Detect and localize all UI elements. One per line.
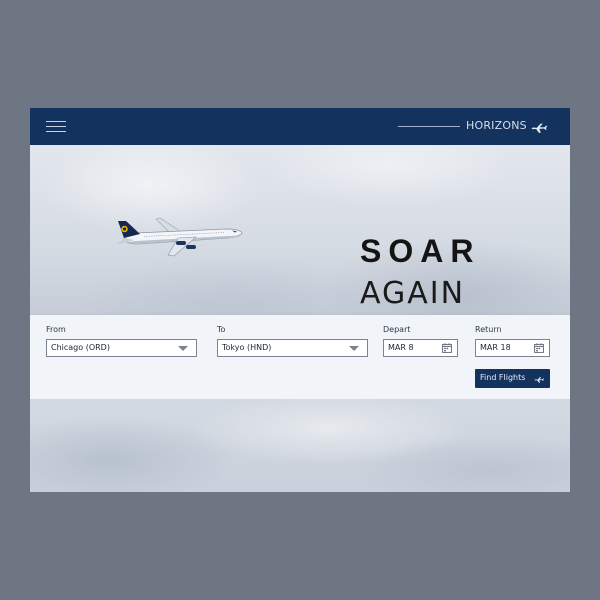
to-value: Tokyo (HND) [222,343,272,352]
calendar-icon [534,343,544,353]
hero-headline-line-2: AGAIN [360,276,466,311]
flight-search-panel: From Chicago (ORD) To Tokyo (HND) Depart… [30,315,570,399]
from-value: Chicago (ORD) [51,343,110,352]
from-label: From [46,325,66,334]
app-frame: HORIZONS SOAR AGAIN From Chicago (ORD) T… [30,108,570,492]
depart-value: MAR 8 [388,343,414,352]
hero-headline-line-1: SOAR [360,233,481,269]
depart-label: Depart [383,325,411,334]
airliner-image [117,217,243,257]
from-select[interactable]: Chicago (ORD) [46,339,197,357]
hamburger-menu-icon[interactable] [46,120,66,134]
to-label: To [217,325,226,334]
hero-banner: SOAR AGAIN [30,145,570,315]
return-value: MAR 18 [480,343,511,352]
cloud-background [30,399,570,492]
airplane-icon [531,123,548,133]
top-navigation-bar: HORIZONS [30,108,570,145]
brand-divider-line [398,126,460,127]
chevron-down-icon [178,346,188,351]
to-select[interactable]: Tokyo (HND) [217,339,368,357]
calendar-icon [442,343,452,353]
return-date-field[interactable]: MAR 18 [475,339,550,357]
airplane-icon [534,376,545,383]
return-label: Return [475,325,502,334]
depart-date-field[interactable]: MAR 8 [383,339,458,357]
find-flights-label: Find Flights [480,373,526,382]
chevron-down-icon [349,346,359,351]
brand-name[interactable]: HORIZONS [466,119,527,132]
find-flights-button[interactable]: Find Flights [475,369,550,388]
